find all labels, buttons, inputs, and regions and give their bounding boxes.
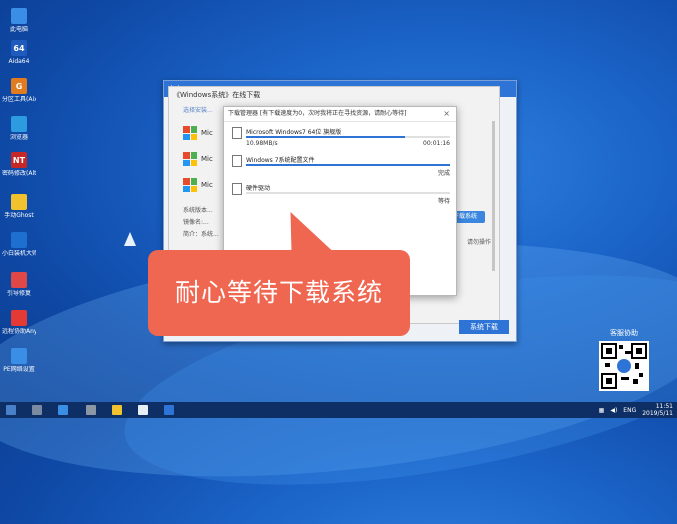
installer-taskbar-icon[interactable]: [138, 405, 148, 415]
partition-tool-icon: G: [11, 78, 27, 94]
system-tray: ▦ ◀) ENG 11:51 2019/5/11: [599, 402, 673, 418]
download-item: 硬件驱动等待: [232, 183, 450, 207]
download-item-name: 硬件驱动: [246, 185, 271, 192]
download-status: 等待: [437, 198, 450, 205]
start-icon[interactable]: [6, 405, 16, 415]
password-icon: NT: [11, 152, 27, 168]
network-icon: [11, 348, 27, 364]
computer-icon: [11, 8, 27, 24]
download-progress-bar: [246, 192, 450, 194]
desktop-icon[interactable]: 手动Ghost: [2, 194, 36, 219]
windows-logo-icon: [183, 152, 197, 166]
system-download-button[interactable]: 系统下载: [459, 320, 509, 334]
desktop-icon[interactable]: 引导修复: [2, 272, 36, 297]
download-speed: 10.98MB/s: [246, 140, 278, 147]
file-icon: [232, 127, 242, 139]
customer-help: 客服协助: [596, 328, 652, 391]
desktop-icon[interactable]: 浏览器: [2, 116, 36, 141]
close-icon[interactable]: ×: [443, 107, 450, 121]
download-progress-bar: [246, 164, 450, 166]
download-item-name: Windows 7系统配置文件: [246, 157, 315, 164]
anydesk-icon: [11, 310, 27, 326]
clock[interactable]: 11:51 2019/5/11: [642, 403, 673, 417]
desktop-icon[interactable]: 远程协助AnyDesk: [2, 310, 36, 335]
desktop-icon[interactable]: 此电脑: [2, 8, 36, 33]
ghost-icon: [11, 194, 27, 210]
download-manager-title-text: 下载管理器 [有下载速度为0，次时我将正在寻找资源，请耐心等待]: [228, 110, 407, 117]
installer-icon: [11, 232, 27, 248]
sailboat-decoration: [124, 232, 136, 246]
app-taskbar-icon[interactable]: [164, 405, 174, 415]
desktop-icon-label: Aida64: [8, 58, 30, 65]
desktop-icon[interactable]: NT 密码修改(Alt+F): [2, 152, 36, 177]
desktop-icon-label: PE网络设置: [3, 366, 35, 373]
online-download-title: 《Windows系统》在线下载: [173, 91, 261, 99]
windows-logo-icon: [183, 178, 197, 192]
clock-time: 11:51: [655, 403, 673, 410]
volume-icon[interactable]: ◀): [610, 407, 617, 414]
desktop-icon-label: 手动Ghost: [4, 212, 34, 219]
tab-select-install[interactable]: 选择安装...: [183, 105, 213, 114]
network-icon[interactable]: ▦: [599, 407, 605, 414]
download-manager-title: 下载管理器 [有下载速度为0，次时我将正在寻找资源，请耐心等待] ×: [224, 107, 456, 122]
keyboard-icon[interactable]: [32, 405, 42, 415]
os-item-label: Mic: [201, 181, 213, 189]
clock-date: 2019/5/11: [642, 410, 673, 417]
desktop-icon-label: 分区工具(Aix G): [2, 96, 36, 103]
qr-code-icon[interactable]: [599, 341, 649, 391]
browser-icon: [11, 116, 27, 132]
desktop-icon-label: 小白装机大师: [2, 250, 36, 257]
desktop-icon-label: 浏览器: [9, 134, 28, 141]
computer-icon[interactable]: [58, 405, 68, 415]
hint-text: 请勿操作: [466, 239, 491, 246]
callout-banner: 耐心等待下载系统: [148, 250, 410, 336]
printer-icon[interactable]: [86, 405, 96, 415]
taskbar: ▦ ◀) ENG 11:51 2019/5/11: [0, 402, 677, 418]
file-icon: [232, 155, 242, 167]
aida64-icon: 64: [11, 40, 27, 56]
boot-repair-icon: [11, 272, 27, 288]
download-item-name: Microsoft Windows7 64位 旗舰版: [246, 129, 342, 136]
windows-logo-icon: [183, 126, 197, 140]
download-status: 完成: [437, 170, 450, 177]
download-status: 00:01:16: [423, 140, 450, 147]
desktop-icon[interactable]: G 分区工具(Aix G): [2, 78, 36, 103]
help-label: 客服协助: [610, 329, 638, 337]
file-icon: [232, 183, 242, 195]
desktop-icon[interactable]: PE网络设置: [2, 348, 36, 373]
download-progress-bar: [246, 136, 450, 138]
desktop-icon[interactable]: 小白装机大师: [2, 232, 36, 257]
desktop-icon-label: 远程协助AnyDesk: [2, 328, 36, 335]
os-item-label: Mic: [201, 129, 213, 137]
scrollbar[interactable]: [492, 121, 495, 271]
desktop-icon[interactable]: 64 Aida64: [2, 40, 36, 65]
desktop-icon-label: 密码修改(Alt+F): [2, 170, 36, 177]
folder-icon[interactable]: [112, 405, 122, 415]
desktop-icon-label: 此电脑: [9, 26, 28, 33]
download-item: Microsoft Windows7 64位 旗舰版 10.98MB/s 00:01…: [232, 127, 450, 151]
download-item: Windows 7系统配置文件完成: [232, 155, 450, 179]
desktop-icon-label: 引导修复: [6, 290, 31, 297]
os-item-label: Mic: [201, 155, 213, 163]
language-indicator[interactable]: ENG: [623, 407, 636, 414]
